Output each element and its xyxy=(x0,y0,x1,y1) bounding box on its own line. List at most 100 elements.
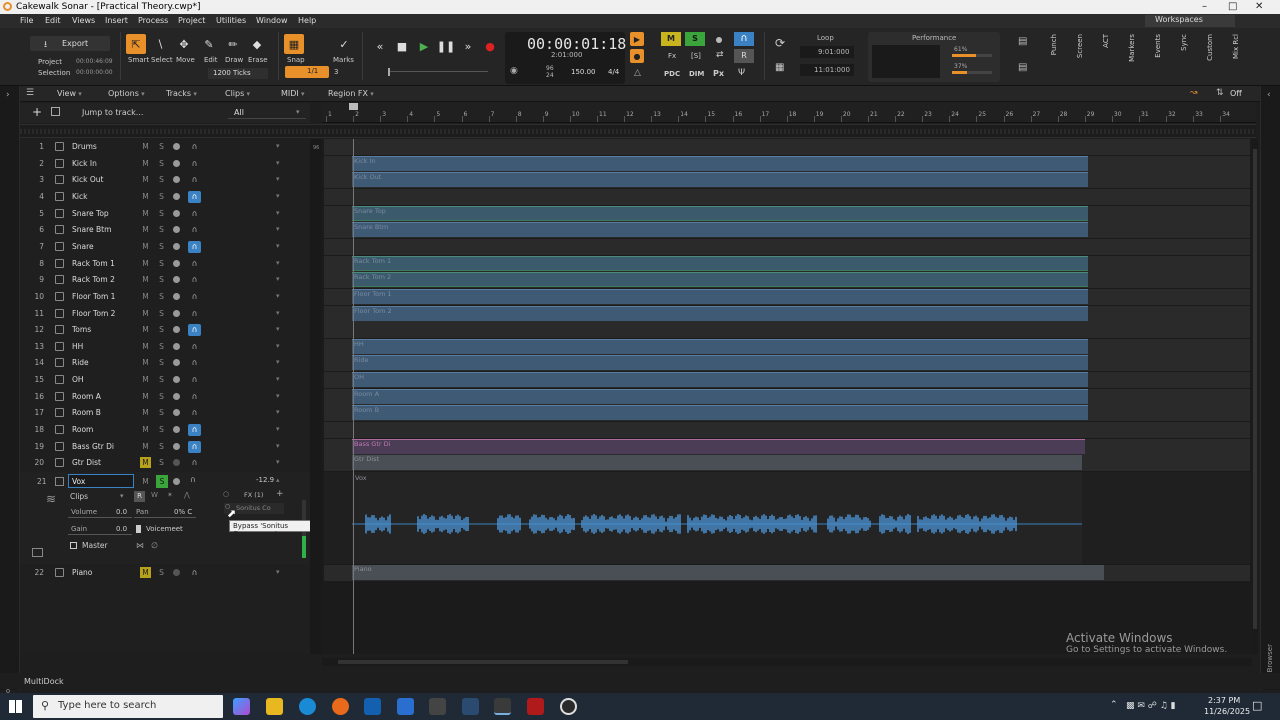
edge-icon[interactable] xyxy=(299,698,316,715)
track-strip-icon[interactable] xyxy=(32,548,43,557)
output-dropdown[interactable]: Master xyxy=(68,540,130,552)
track-name[interactable]: Snare Btm xyxy=(72,225,111,234)
solo-button[interactable]: S xyxy=(156,291,167,302)
windows-start-icon[interactable] xyxy=(9,700,22,713)
mute-button[interactable]: M xyxy=(140,174,151,185)
track-name[interactable]: Kick xyxy=(72,192,87,201)
solo-button[interactable]: S xyxy=(156,341,167,352)
marks-icon[interactable]: ✓ xyxy=(334,34,354,54)
mixer-icon-2[interactable]: ▤ xyxy=(1018,62,1027,73)
chevron-down-icon[interactable]: ▾ xyxy=(276,275,280,283)
mute-button[interactable]: M xyxy=(140,407,151,418)
erase-tool-button[interactable]: ◆ xyxy=(247,34,267,54)
audio-clip[interactable]: Snare Btm xyxy=(352,222,1088,238)
record-arm-button[interactable] xyxy=(173,569,180,576)
audio-clip[interactable]: Snare Top xyxy=(352,205,1088,221)
edit-tool-button[interactable]: ✎ xyxy=(199,34,219,54)
record-arm-button[interactable] xyxy=(173,143,180,150)
track-row[interactable]: 9 Rack Tom 2 M S ∩ ▾ xyxy=(20,272,310,288)
monitor-icon[interactable]: ∩ xyxy=(188,190,201,203)
audio-clip[interactable]: Kick In xyxy=(352,155,1088,171)
mute-button[interactable]: M xyxy=(140,208,151,219)
vox-solo-button[interactable]: S xyxy=(156,475,168,488)
menu-project[interactable]: Project xyxy=(178,16,205,25)
app-icon-extra[interactable] xyxy=(560,698,577,715)
fx-label[interactable]: Fx xyxy=(668,52,676,60)
mute-button[interactable]: M xyxy=(140,291,151,302)
pause-button[interactable]: ❚❚ xyxy=(436,36,456,56)
solo-button[interactable]: S xyxy=(156,141,167,152)
track-name[interactable]: Gtr Dist xyxy=(72,458,101,467)
ticks-dropdown[interactable]: 1200 Ticks xyxy=(208,68,268,79)
track-name[interactable]: Floor Tom 2 xyxy=(72,309,115,318)
loop-toggle-icon[interactable]: ⟳ xyxy=(775,36,785,50)
record-arm-button[interactable] xyxy=(173,442,180,450)
audio-clip[interactable]: OH xyxy=(352,372,1088,388)
audio-clip[interactable]: Room B xyxy=(352,405,1088,421)
move-tool-button[interactable]: ✥ xyxy=(174,34,194,54)
browser-label[interactable]: Browser xyxy=(1266,644,1274,672)
chevron-down-icon[interactable]: ▾ xyxy=(276,458,280,466)
expand-right-icon[interactable]: ‹ xyxy=(1267,90,1271,100)
pdc-button[interactable]: PDC xyxy=(664,70,680,78)
tempo-value[interactable]: 150.00 xyxy=(571,68,596,76)
solo-bracket-label[interactable]: [S] xyxy=(691,52,701,60)
add-track-icon[interactable]: + xyxy=(32,105,42,119)
audio-clip[interactable]: Rack Tom 1 xyxy=(352,255,1088,271)
track-lane[interactable] xyxy=(324,188,1250,205)
solo-button[interactable]: S xyxy=(156,224,167,235)
mute-button[interactable]: M xyxy=(140,308,151,319)
track-row[interactable]: 15 OH M S ∩ ▾ xyxy=(20,372,310,388)
clips-dropdown[interactable]: Clips ▾ xyxy=(68,491,128,503)
loop-icon[interactable]: ⇄ xyxy=(716,50,724,60)
loop-start-field[interactable]: 9:01:000 xyxy=(800,46,854,58)
audio-clip[interactable]: Floor Tom 1 xyxy=(352,288,1088,304)
record-arm-button[interactable] xyxy=(173,326,180,334)
track-name[interactable]: Room xyxy=(72,425,93,434)
track-name[interactable]: Floor Tom 1 xyxy=(72,292,115,301)
mute-button[interactable]: M xyxy=(140,374,151,385)
audio-clip[interactable]: Ride xyxy=(352,355,1088,371)
record-arm-button[interactable] xyxy=(173,209,180,217)
record-arm-button[interactable] xyxy=(173,426,180,434)
track-row[interactable]: 18 Room M S ∩ ▾ xyxy=(20,422,310,438)
record-arm-button[interactable] xyxy=(173,409,180,417)
chevron-down-icon[interactable]: ▾ xyxy=(276,442,280,450)
menu-edit[interactable]: Edit xyxy=(45,16,61,25)
mute-button[interactable]: M xyxy=(140,158,151,169)
metronome-icon[interactable]: ◉ xyxy=(510,66,518,76)
notification-icon[interactable]: □ xyxy=(1252,699,1262,712)
global-monitor-button[interactable]: ∩ xyxy=(734,32,754,46)
custom-module[interactable]: Custom xyxy=(1206,34,1214,61)
track-lane[interactable] xyxy=(324,139,1250,155)
global-mute-button[interactable]: M xyxy=(661,32,681,46)
mixer-icon[interactable]: ▤ xyxy=(1018,36,1027,47)
scrub-slider[interactable] xyxy=(378,68,496,76)
export-button[interactable]: ⭳ Export xyxy=(30,36,110,51)
performance-module[interactable]: Performance 61% 37% xyxy=(868,32,1000,82)
monitor-icon[interactable]: ∩ xyxy=(188,391,201,403)
piano-clip[interactable]: Piano xyxy=(352,565,1104,580)
track-lane[interactable] xyxy=(324,322,1250,339)
solo-button[interactable]: S xyxy=(156,374,167,385)
audio-clip[interactable]: Bass Gtr Di xyxy=(352,438,1085,454)
solo-button[interactable]: S xyxy=(156,457,167,468)
solo-button[interactable]: S xyxy=(156,158,167,169)
audio-clip[interactable]: Floor Tom 2 xyxy=(352,305,1088,321)
solo-button[interactable]: S xyxy=(156,191,167,202)
track-name[interactable]: Piano xyxy=(72,568,92,577)
tray-icons[interactable]: ▩ ✉ ☍ ♫ ▮ xyxy=(1126,701,1176,711)
solo-button[interactable]: S xyxy=(156,174,167,185)
options-menu[interactable]: Options xyxy=(108,89,145,98)
monitor-icon[interactable]: ∩ xyxy=(188,224,201,236)
fast-forward-button[interactable]: » xyxy=(458,36,478,56)
vox-track[interactable]: 21 Vox M S ∩ -12.9 ▴ ≋ Clips ▾ R W ✶ ⋀ ○… xyxy=(20,472,310,564)
snap-marker-icon[interactable]: ↝ xyxy=(1190,88,1198,98)
track-name[interactable]: HH xyxy=(72,342,83,351)
chevron-down-icon[interactable]: ▾ xyxy=(276,225,280,233)
mute-button[interactable]: M xyxy=(140,391,151,402)
menu-process[interactable]: Process xyxy=(138,16,168,25)
record-arm-button[interactable] xyxy=(173,342,180,350)
global-read-button[interactable]: R xyxy=(734,49,754,63)
snap-value-dropdown[interactable]: 1/1 xyxy=(285,66,329,78)
